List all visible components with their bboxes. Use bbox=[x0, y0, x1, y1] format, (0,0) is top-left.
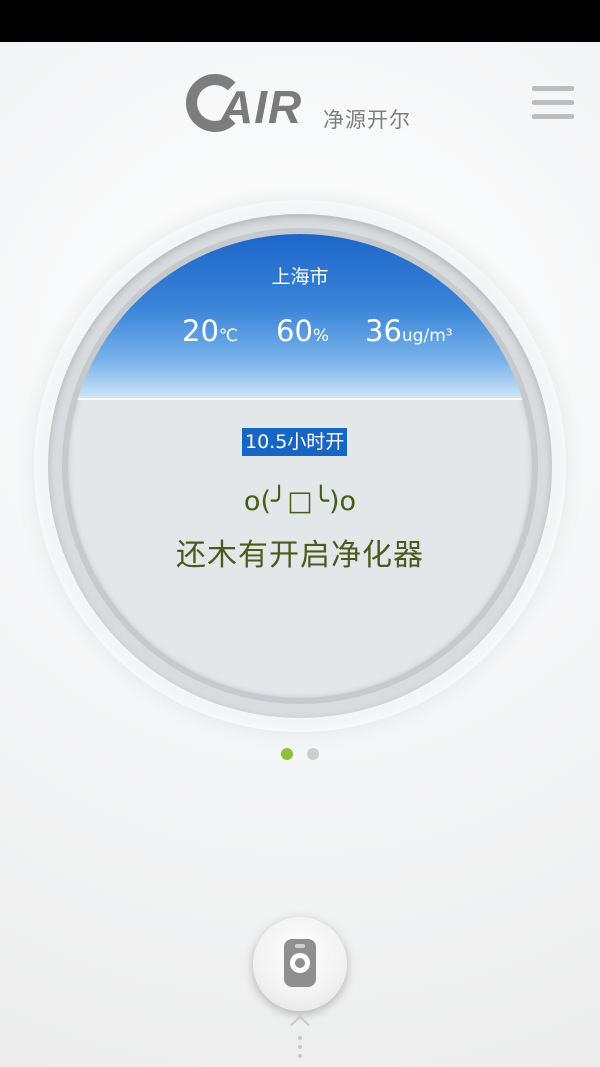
status-bar bbox=[0, 0, 600, 42]
weather-panel: 上海市 20℃ 60% 36ug/m³ bbox=[68, 234, 532, 398]
chevron-up-icon[interactable] bbox=[287, 1014, 313, 1066]
page-dot-2[interactable] bbox=[307, 748, 319, 760]
menu-line bbox=[532, 86, 574, 91]
logo-text: AIR bbox=[220, 81, 303, 133]
app-logo: AIR 净源开尔 bbox=[186, 70, 426, 140]
temperature-value: 20 bbox=[182, 314, 219, 348]
panel-divider bbox=[68, 398, 532, 400]
city-label: 上海市 bbox=[271, 266, 329, 288]
page-dot-1[interactable] bbox=[281, 748, 293, 760]
menu-line bbox=[532, 114, 574, 119]
purifier-status-message: 还木有开启净化器 bbox=[176, 538, 424, 573]
chevron bbox=[290, 1015, 310, 1035]
arrow-dot bbox=[298, 1045, 302, 1049]
remote-top-key bbox=[295, 944, 305, 948]
timer-label[interactable]: 10.5小时开 bbox=[242, 428, 348, 456]
status-dial[interactable]: 上海市 20℃ 60% 36ug/m³ 10.5小时开 o(╯□╰)o 还木有开… bbox=[68, 234, 532, 698]
pm25-value: 36 bbox=[365, 314, 402, 348]
page-indicator bbox=[281, 748, 321, 762]
pm25-unit: ug/m³ bbox=[401, 326, 453, 346]
emoticon: o(╯□╰)o bbox=[243, 486, 357, 517]
arrow-dot bbox=[298, 1036, 302, 1040]
pm25-readout: 36ug/m³ bbox=[365, 314, 453, 348]
humidity-readout: 60% bbox=[276, 314, 329, 348]
humidity-unit: % bbox=[312, 326, 330, 346]
remote-dpad bbox=[290, 953, 310, 973]
humidity-value: 60 bbox=[276, 314, 313, 348]
temperature-readout: 20℃ bbox=[182, 314, 238, 348]
menu-icon[interactable] bbox=[532, 86, 576, 122]
remote-control-icon bbox=[284, 939, 316, 987]
logo-subtitle: 净源开尔 bbox=[323, 108, 411, 132]
remote-control-button[interactable] bbox=[253, 917, 347, 1011]
temperature-unit: ℃ bbox=[218, 326, 238, 346]
menu-line bbox=[532, 100, 574, 105]
arrow-dot bbox=[298, 1054, 302, 1058]
